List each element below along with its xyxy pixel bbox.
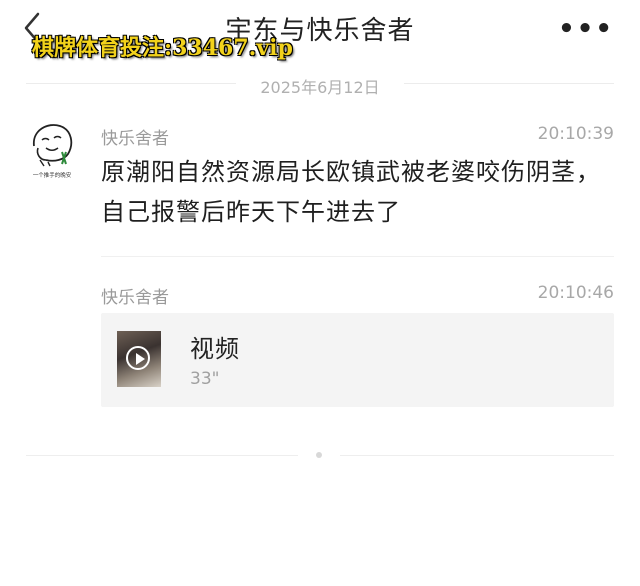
message-sender: 快乐舍者 [101,129,169,149]
doodle-avatar-icon: 一个推手的晚安 [33,124,73,179]
divider-line [340,455,614,456]
video-duration: 33" [190,369,220,389]
play-icon [126,346,150,370]
date-label: 2025年6月12日 [260,78,380,97]
video-title: 视频 [190,335,240,363]
more-options-button[interactable]: ••• [558,14,614,44]
video-message-card[interactable]: 视频 33" [101,313,614,407]
divider-dot [316,452,322,458]
avatar[interactable]: 一个推手的晚安 [24,116,80,180]
video-thumbnail[interactable] [117,331,161,387]
message-text[interactable]: 原潮阳自然资源局长欧镇武被老婆咬伤阴茎，自己报警后昨天下午进去了 [101,152,601,232]
message-time: 20:10:39 [537,124,614,144]
watermark-overlay: 棋牌体育投注:33467.vip [32,35,293,61]
message-separator [101,256,614,257]
svg-text:一个推手的晚安: 一个推手的晚安 [33,171,72,179]
message-time: 20:10:46 [537,283,614,303]
divider-line [26,455,298,456]
date-divider: 2025年6月12日 [0,72,640,97]
divider-line [404,83,614,84]
message-sender: 快乐舍者 [101,288,169,308]
